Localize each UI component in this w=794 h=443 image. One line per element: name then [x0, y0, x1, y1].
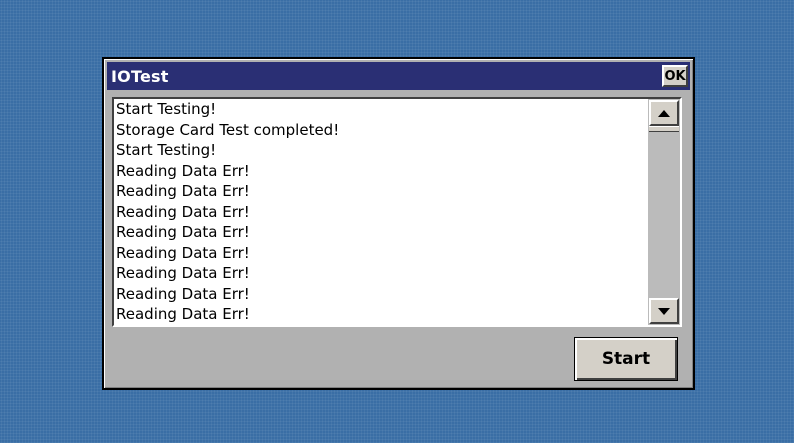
list-item[interactable]: Storage Card Test completed!: [115, 120, 646, 141]
list-item[interactable]: Reading Data Err!: [115, 243, 646, 264]
scroll-down-button[interactable]: [649, 298, 679, 324]
vertical-scrollbar[interactable]: [648, 99, 680, 325]
scroll-up-button[interactable]: [649, 100, 679, 126]
start-button[interactable]: Start: [574, 337, 678, 381]
window-title: IOTest: [111, 66, 169, 86]
scrollbar-thumb[interactable]: [649, 126, 679, 132]
list-item[interactable]: Reading Data Err!: [115, 304, 646, 325]
log-listbox[interactable]: Start Testing! Storage Card Test complet…: [112, 97, 682, 327]
list-item[interactable]: Start Testing!: [115, 99, 646, 120]
list-item[interactable]: Reading Data Err!: [115, 284, 646, 305]
list-item[interactable]: Reading Data Err!: [115, 222, 646, 243]
list-item[interactable]: Reading Data Err!: [115, 181, 646, 202]
list-item[interactable]: Reading Data Err!: [115, 263, 646, 284]
ok-button[interactable]: OK: [662, 65, 688, 87]
arrow-up-icon: [658, 109, 670, 117]
list-item[interactable]: Start Testing!: [115, 140, 646, 161]
list-item[interactable]: Reading Data Err!: [115, 161, 646, 182]
title-bar[interactable]: IOTest OK: [107, 62, 690, 90]
iotest-dialog: IOTest OK Start Testing! Storage Card Te…: [102, 57, 695, 390]
arrow-down-icon: [658, 307, 670, 315]
log-list: Start Testing! Storage Card Test complet…: [115, 99, 646, 325]
list-item[interactable]: Reading Data Err!: [115, 202, 646, 223]
